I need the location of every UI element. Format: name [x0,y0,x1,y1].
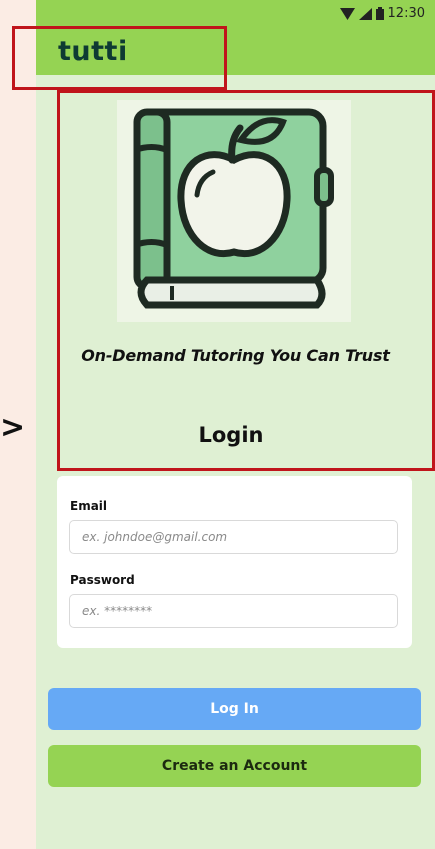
password-label: Password [70,573,135,587]
status-time: 12:30 [387,6,425,21]
highlight-box-title [12,26,227,90]
password-field[interactable] [69,594,398,628]
status-bar: 12:30 [36,0,435,28]
highlight-box-hero [57,90,435,471]
login-button[interactable]: Log In [48,688,421,730]
email-label: Email [70,499,108,513]
annotation-arrow: > [0,410,26,445]
create-account-button[interactable]: Create an Account [48,745,421,787]
wifi-icon [339,7,355,20]
email-field[interactable] [69,520,398,554]
signal-icon [358,7,372,20]
login-form-card: Email Password [57,476,412,648]
battery-icon [375,7,384,20]
